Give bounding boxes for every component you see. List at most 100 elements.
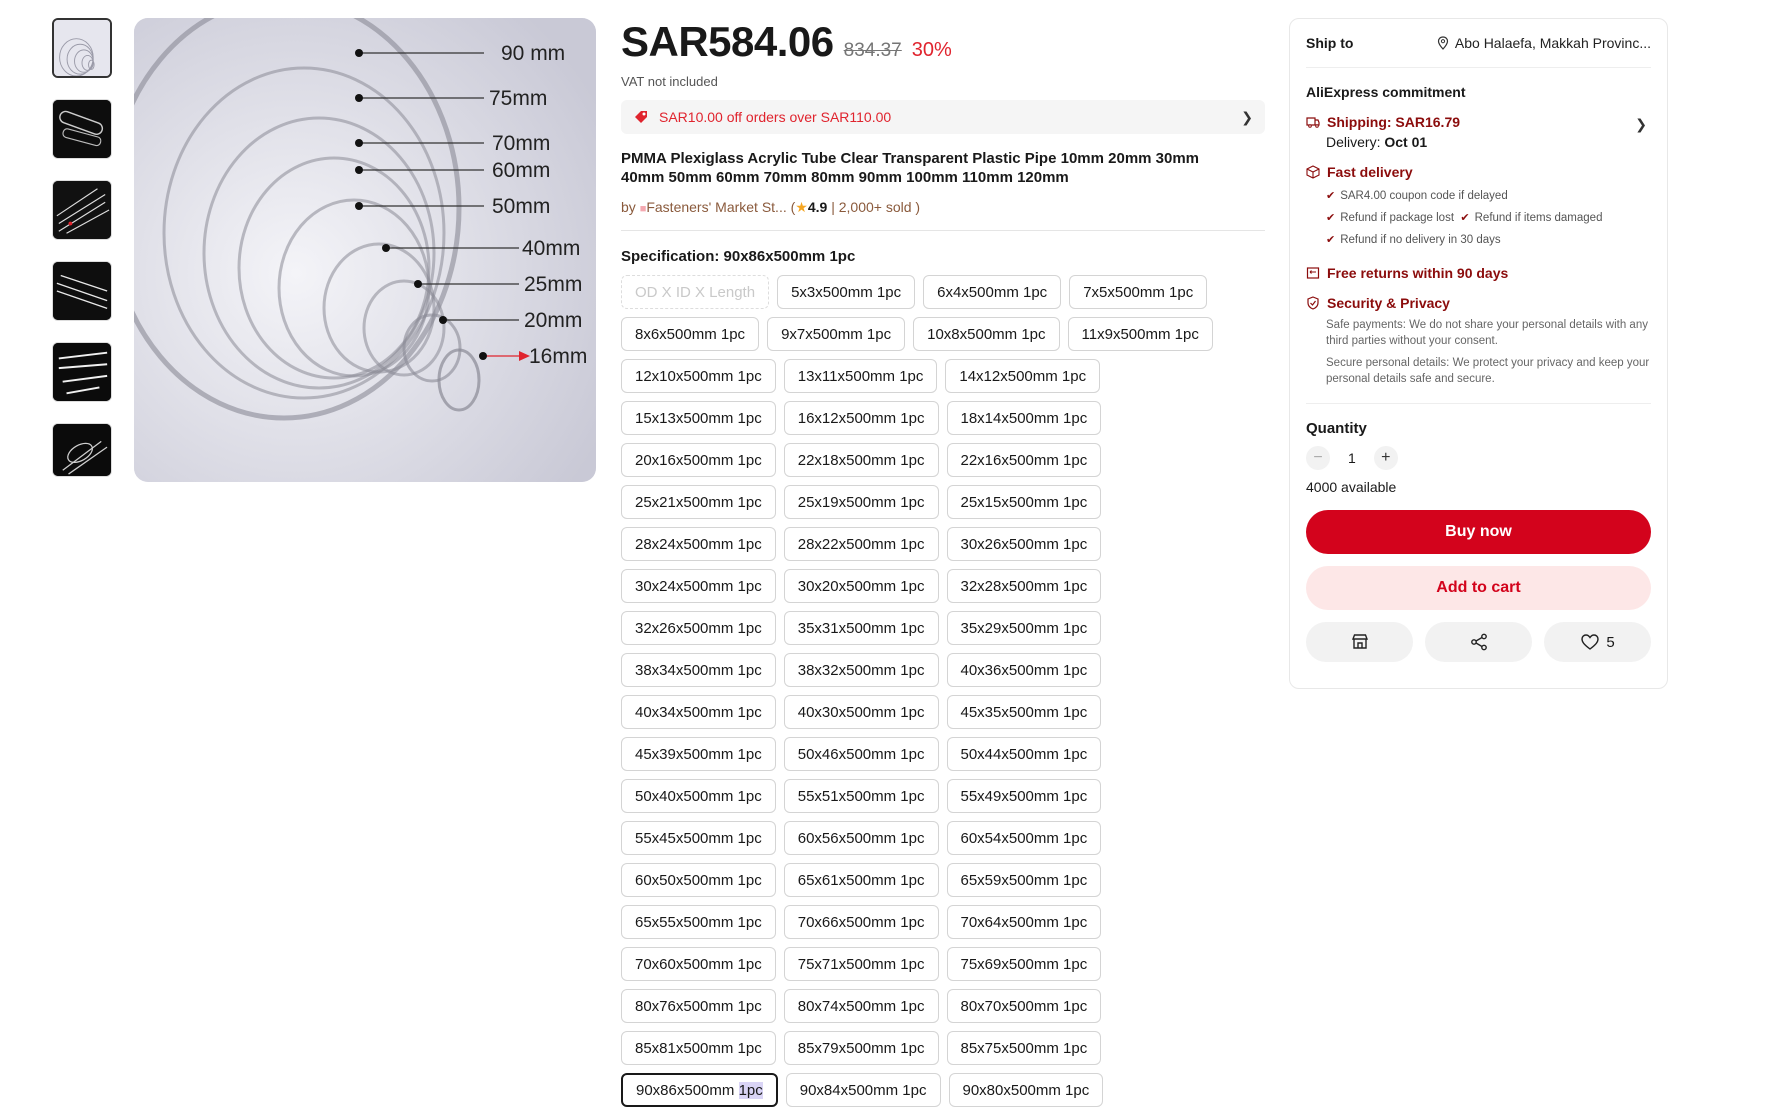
ship-to-row[interactable]: Ship to Abo Halaefa, Makkah Provinc...: [1306, 19, 1651, 68]
spec-option[interactable]: 13x11x500mm 1pc: [783, 359, 938, 393]
store-button[interactable]: [1306, 622, 1413, 662]
thumbnail-5[interactable]: [52, 342, 112, 402]
tube-photo-icon: [53, 262, 111, 320]
spec-option[interactable]: 50x44x500mm 1pc: [946, 737, 1102, 771]
spec-option[interactable]: 70x60x500mm 1pc: [621, 947, 776, 981]
spec-option[interactable]: 5x3x500mm 1pc: [777, 275, 916, 309]
spec-option[interactable]: 7x5x500mm 1pc: [1069, 275, 1208, 309]
spec-option[interactable]: 65x59x500mm 1pc: [946, 863, 1102, 897]
spec-option[interactable]: 75x69x500mm 1pc: [946, 947, 1102, 981]
thumbnail-1[interactable]: [52, 18, 112, 78]
spec-option[interactable]: 60x50x500mm 1pc: [621, 863, 776, 897]
free-returns-text: Free returns within 90 days: [1327, 265, 1509, 281]
spec-option[interactable]: 38x32x500mm 1pc: [783, 653, 939, 687]
spec-option[interactable]: 85x81x500mm 1pc: [621, 1031, 776, 1065]
increment-button[interactable]: +: [1373, 446, 1398, 470]
spec-option[interactable]: 70x64x500mm 1pc: [946, 905, 1102, 939]
buy-now-button[interactable]: Buy now: [1306, 510, 1651, 554]
share-button[interactable]: [1425, 622, 1532, 662]
spec-option[interactable]: 28x24x500mm 1pc: [621, 527, 776, 561]
spec-option[interactable]: 60x54x500mm 1pc: [946, 821, 1102, 855]
add-to-cart-button[interactable]: Add to cart: [1306, 566, 1651, 610]
truck-icon: [1306, 117, 1320, 128]
spec-option[interactable]: 9x7x500mm 1pc: [767, 317, 906, 351]
spec-option[interactable]: 90x80x500mm 1pc: [948, 1073, 1104, 1107]
spec-option[interactable]: 15x13x500mm 1pc: [621, 401, 776, 435]
spec-option[interactable]: 65x61x500mm 1pc: [783, 863, 939, 897]
tube-photo-icon: [53, 343, 111, 401]
sold-count: 2,000+ sold: [838, 199, 912, 215]
spec-option[interactable]: 32x26x500mm 1pc: [621, 611, 776, 645]
spec-option[interactable]: 45x35x500mm 1pc: [946, 695, 1102, 729]
spec-option[interactable]: 55x45x500mm 1pc: [621, 821, 776, 855]
fast-check: Refund if package lost: [1340, 212, 1455, 224]
shipping-block[interactable]: Shipping: SAR16.79 Delivery: Oct 01 ❯: [1306, 114, 1651, 150]
seller-name[interactable]: Fasteners' Market St...: [646, 199, 786, 215]
spec-option[interactable]: 28x22x500mm 1pc: [783, 527, 939, 561]
spec-option[interactable]: 30x24x500mm 1pc: [621, 569, 776, 603]
label-20mm: 20mm: [524, 309, 582, 332]
spec-option[interactable]: 12x10x500mm 1pc: [621, 359, 776, 393]
spec-option[interactable]: 18x14x500mm 1pc: [946, 401, 1102, 435]
spec-option[interactable]: 55x51x500mm 1pc: [783, 779, 939, 813]
thumbnail-6[interactable]: [52, 423, 112, 477]
discount-badge: 30%: [911, 39, 952, 61]
wishlist-button[interactable]: 5: [1544, 622, 1651, 662]
spec-option[interactable]: 60x56x500mm 1pc: [783, 821, 939, 855]
spec-option[interactable]: 85x75x500mm 1pc: [946, 1031, 1102, 1065]
decrement-button[interactable]: −: [1306, 446, 1330, 470]
spec-option[interactable]: 35x31x500mm 1pc: [783, 611, 939, 645]
spec-option[interactable]: 55x49x500mm 1pc: [946, 779, 1102, 813]
location-pin-icon: [1437, 36, 1448, 50]
spec-option[interactable]: 40x34x500mm 1pc: [621, 695, 776, 729]
spec-option[interactable]: 50x46x500mm 1pc: [783, 737, 939, 771]
spec-option[interactable]: 80x70x500mm 1pc: [946, 989, 1102, 1023]
coupon-text: SAR10.00 off orders over SAR110.00: [659, 109, 892, 125]
main-product-image[interactable]: 90 mm 75mm 70mm 60mm 50mm 40mm 25mm 20mm…: [134, 18, 596, 482]
commitment-title: AliExpress commitment: [1306, 84, 1466, 100]
spec-option[interactable]: 85x79x500mm 1pc: [783, 1031, 939, 1065]
spec-option[interactable]: 8x6x500mm 1pc: [621, 317, 760, 351]
thumbnail-4[interactable]: [52, 261, 112, 321]
spec-option[interactable]: 80x74x500mm 1pc: [783, 989, 939, 1023]
spec-option[interactable]: 38x34x500mm 1pc: [621, 653, 776, 687]
spec-option[interactable]: 20x16x500mm 1pc: [621, 443, 776, 477]
spec-option[interactable]: 70x66x500mm 1pc: [783, 905, 939, 939]
spec-option[interactable]: 6x4x500mm 1pc: [923, 275, 1062, 309]
spec-option[interactable]: 16x12x500mm 1pc: [783, 401, 939, 435]
spec-option[interactable]: 30x26x500mm 1pc: [946, 527, 1102, 561]
spec-option[interactable]: 75x71x500mm 1pc: [783, 947, 939, 981]
spec-option[interactable]: 22x18x500mm 1pc: [783, 443, 939, 477]
spec-option[interactable]: 25x19x500mm 1pc: [783, 485, 939, 519]
chevron-right-icon: ❯: [1635, 116, 1647, 132]
spec-option[interactable]: 10x8x500mm 1pc: [913, 317, 1060, 351]
action-row: 5: [1306, 622, 1651, 662]
spec-option-selected[interactable]: 90x86x500mm 1pc: [621, 1073, 778, 1107]
spec-option[interactable]: 14x12x500mm 1pc: [945, 359, 1101, 393]
price-row: SAR584.06 834.37 30%: [621, 18, 1265, 72]
spec-option[interactable]: 25x15x500mm 1pc: [946, 485, 1102, 519]
spec-option[interactable]: 35x29x500mm 1pc: [946, 611, 1102, 645]
spec-option[interactable]: 45x39x500mm 1pc: [621, 737, 776, 771]
spec-option[interactable]: 40x36x500mm 1pc: [946, 653, 1102, 687]
star-icon: ★: [795, 199, 808, 215]
quantity-value[interactable]: 1: [1348, 450, 1356, 466]
coupon-banner[interactable]: SAR10.00 off orders over SAR110.00 ❯: [621, 100, 1265, 134]
spec-option[interactable]: 11x9x500mm 1pc: [1067, 317, 1213, 351]
label-50mm: 50mm: [492, 195, 550, 218]
spec-option[interactable]: 90x84x500mm 1pc: [785, 1073, 941, 1107]
spec-option[interactable]: 80x76x500mm 1pc: [621, 989, 776, 1023]
spec-option[interactable]: 65x55x500mm 1pc: [621, 905, 776, 939]
spec-option[interactable]: 40x30x500mm 1pc: [783, 695, 939, 729]
returns-icon: [1306, 267, 1320, 279]
thumbnail-3[interactable]: [52, 180, 112, 240]
seller-prefix: by: [621, 199, 636, 215]
thumbnail-2[interactable]: [52, 99, 112, 159]
spec-option[interactable]: 25x21x500mm 1pc: [621, 485, 776, 519]
shield-icon: [1307, 296, 1319, 310]
spec-option[interactable]: 30x20x500mm 1pc: [783, 569, 939, 603]
spec-option[interactable]: 32x28x500mm 1pc: [946, 569, 1102, 603]
check-icon: ✔: [1326, 190, 1336, 202]
spec-option[interactable]: 22x16x500mm 1pc: [946, 443, 1102, 477]
spec-option[interactable]: 50x40x500mm 1pc: [621, 779, 776, 813]
